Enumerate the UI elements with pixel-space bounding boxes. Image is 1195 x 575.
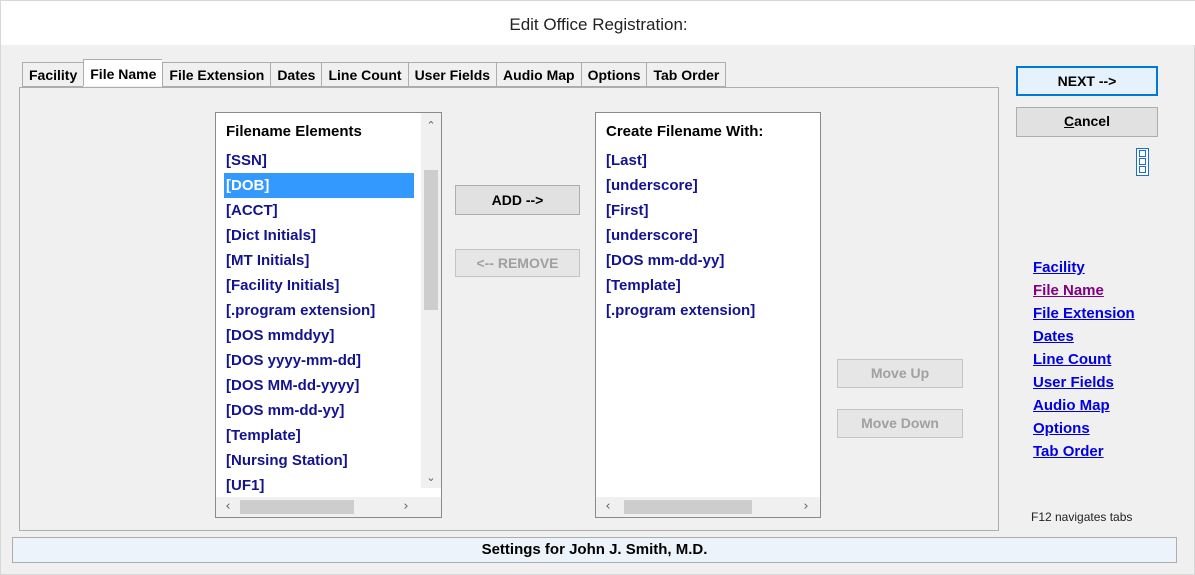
f12-hint: F12 navigates tabs bbox=[1031, 510, 1133, 524]
move-up-button[interactable]: Move Up bbox=[837, 359, 963, 388]
list-item[interactable]: [DOS mmddyy] bbox=[224, 323, 414, 348]
list-item[interactable]: [MT Initials] bbox=[224, 248, 414, 273]
tab-dates[interactable]: Dates bbox=[270, 62, 322, 87]
nav-link-facility[interactable]: Facility bbox=[1033, 256, 1135, 279]
list-item[interactable]: [Facility Initials] bbox=[224, 273, 414, 298]
list-item[interactable]: [ACCT] bbox=[224, 198, 414, 223]
status-bar: Settings for John J. Smith, M.D. bbox=[12, 537, 1177, 563]
tab-panel-file-name bbox=[19, 87, 999, 531]
nav-link-tab-order[interactable]: Tab Order bbox=[1033, 440, 1135, 463]
scroll-thumb[interactable] bbox=[240, 500, 354, 514]
tab-facility[interactable]: Facility bbox=[22, 62, 84, 87]
scroll-right-arrow-icon[interactable]: › bbox=[796, 497, 816, 517]
list-item-selected[interactable]: [DOB] bbox=[224, 173, 414, 198]
list-item[interactable]: [underscore] bbox=[604, 223, 755, 248]
tab-audio-map[interactable]: Audio Map bbox=[496, 62, 581, 87]
scroll-up-arrow-icon[interactable]: ⌃ bbox=[421, 116, 441, 136]
scroll-left-arrow-icon[interactable]: ‹ bbox=[218, 497, 238, 517]
tab-tab-order[interactable]: Tab Order bbox=[646, 62, 727, 87]
list-item[interactable]: [underscore] bbox=[604, 173, 755, 198]
window-title: Edit Office Registration: bbox=[1, 1, 1195, 45]
tab-options[interactable]: Options bbox=[580, 62, 647, 87]
list-item[interactable]: [.program extension] bbox=[604, 298, 755, 323]
list-item[interactable]: [UF1] bbox=[224, 473, 414, 498]
list-item[interactable]: [SSN] bbox=[224, 148, 414, 173]
nav-link-user-fields[interactable]: User Fields bbox=[1033, 371, 1135, 394]
list-item[interactable]: [DOS mm-dd-yy] bbox=[224, 398, 414, 423]
next-button[interactable]: NEXT --> bbox=[1016, 66, 1158, 96]
move-down-button[interactable]: Move Down bbox=[837, 409, 963, 438]
tab-order-digit-icon bbox=[1139, 150, 1146, 157]
tab-line-count[interactable]: Line Count bbox=[321, 62, 408, 87]
scroll-thumb[interactable] bbox=[424, 170, 438, 310]
tab-order-icon[interactable] bbox=[1136, 148, 1149, 176]
create-filename-items: [Last] [underscore] [First] [underscore]… bbox=[604, 148, 755, 323]
tab-order-digit-icon bbox=[1139, 166, 1146, 173]
filename-elements-header: Filename Elements bbox=[226, 123, 362, 140]
scroll-thumb[interactable] bbox=[624, 500, 752, 514]
tab-order-digit-icon bbox=[1139, 158, 1146, 165]
scroll-left-arrow-icon[interactable]: ‹ bbox=[598, 497, 618, 517]
nav-link-dates[interactable]: Dates bbox=[1033, 325, 1135, 348]
nav-link-file-name[interactable]: File Name bbox=[1033, 279, 1135, 302]
tab-file-extension[interactable]: File Extension bbox=[162, 62, 271, 87]
list-item[interactable]: [Dict Initials] bbox=[224, 223, 414, 248]
horizontal-scrollbar[interactable]: ‹ › bbox=[216, 497, 422, 517]
list-item[interactable]: [Template] bbox=[604, 273, 755, 298]
add-button[interactable]: ADD --> bbox=[455, 185, 580, 215]
cancel-accelerator: C bbox=[1064, 113, 1075, 129]
list-item[interactable]: [.program extension] bbox=[224, 298, 414, 323]
nav-link-line-count[interactable]: Line Count bbox=[1033, 348, 1135, 371]
nav-link-options[interactable]: Options bbox=[1033, 417, 1135, 440]
create-filename-header: Create Filename With: bbox=[606, 123, 764, 140]
cancel-label: ancel bbox=[1074, 113, 1110, 129]
filename-elements-list[interactable]: Filename Elements [SSN] [DOB] [ACCT] [Di… bbox=[215, 112, 442, 518]
list-item[interactable]: [DOS yyyy-mm-dd] bbox=[224, 348, 414, 373]
list-item[interactable]: [Last] bbox=[604, 148, 755, 173]
nav-link-file-extension[interactable]: File Extension bbox=[1033, 302, 1135, 325]
tab-file-name[interactable]: File Name bbox=[83, 59, 163, 86]
list-item[interactable]: [First] bbox=[604, 198, 755, 223]
edit-office-registration-window: Edit Office Registration: Facility File … bbox=[0, 0, 1195, 575]
tab-user-fields[interactable]: User Fields bbox=[407, 62, 497, 87]
nav-link-audio-map[interactable]: Audio Map bbox=[1033, 394, 1135, 417]
horizontal-scrollbar[interactable]: ‹ › bbox=[596, 497, 820, 517]
cancel-button[interactable]: Cancel bbox=[1016, 107, 1158, 137]
remove-button[interactable]: <-- REMOVE bbox=[455, 249, 580, 277]
list-item[interactable]: [Template] bbox=[224, 423, 414, 448]
scroll-down-arrow-icon[interactable]: ⌄ bbox=[421, 468, 441, 488]
vertical-scrollbar[interactable]: ⌃ ⌄ bbox=[421, 113, 441, 488]
list-item[interactable]: [DOS mm-dd-yy] bbox=[604, 248, 755, 273]
list-item[interactable]: [Nursing Station] bbox=[224, 448, 414, 473]
tab-nav-links: Facility File Name File Extension Dates … bbox=[1033, 256, 1135, 463]
tab-strip: Facility File Name File Extension Dates … bbox=[22, 59, 727, 87]
scroll-right-arrow-icon[interactable]: › bbox=[396, 497, 416, 517]
create-filename-list[interactable]: Create Filename With: [Last] [underscore… bbox=[595, 112, 821, 518]
filename-elements-items: [SSN] [DOB] [ACCT] [Dict Initials] [MT I… bbox=[224, 148, 414, 498]
scrollbar-corner bbox=[421, 497, 441, 517]
list-item[interactable]: [DOS MM-dd-yyyy] bbox=[224, 373, 414, 398]
